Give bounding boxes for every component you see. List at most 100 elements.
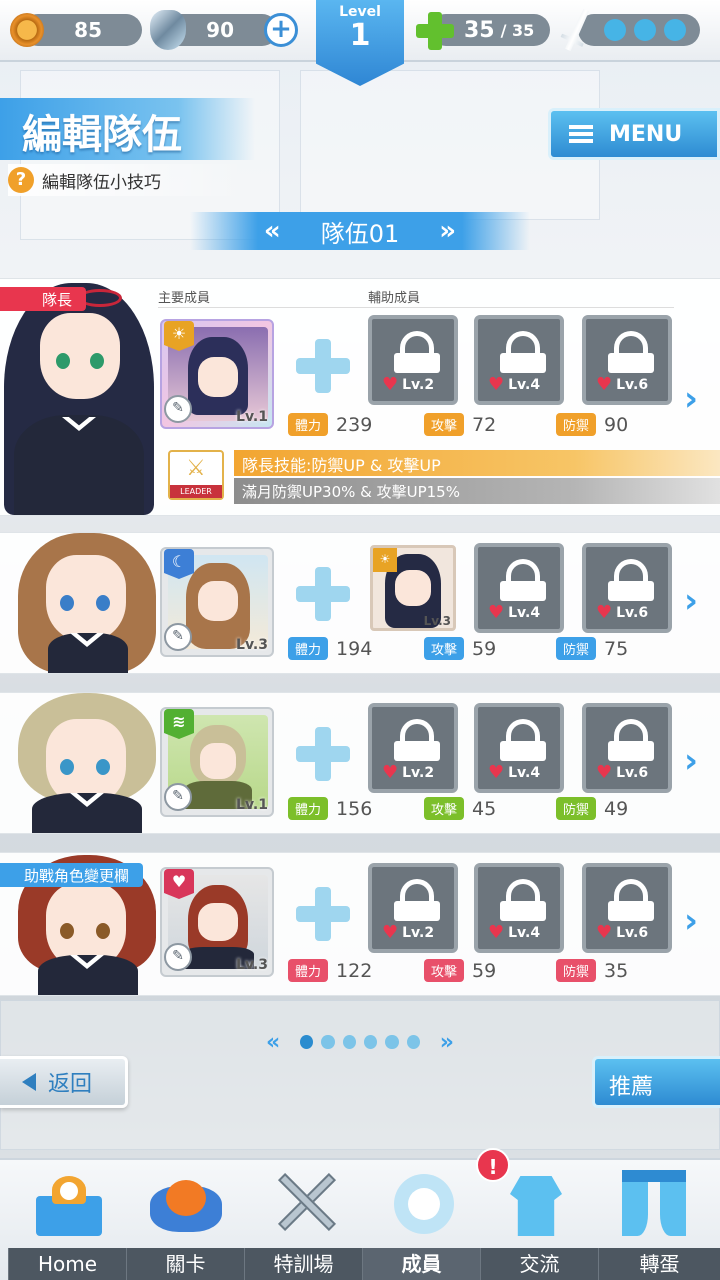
plus-icon [296,887,350,941]
page-dot[interactable] [364,1035,378,1049]
heart-icon: ♥ [382,922,399,943]
team-prev-button[interactable]: « [264,216,281,246]
eye [56,353,70,369]
coin-value: 85 [74,18,102,42]
team-next-button[interactable]: » [439,216,456,246]
atk-value: 45 [472,797,497,820]
hp-stat: 體力 194 [288,637,372,660]
locked-support-slot: ♥ Lv.6 [582,315,672,405]
heart-icon: ♥ [596,602,613,623]
chevron-right-icon[interactable]: › [684,379,698,419]
page-indicator: « » [250,1030,470,1055]
page-next-button[interactable]: » [440,1030,454,1055]
team-row[interactable]: ☾ ✎ Lv.3 ☀ Lv.3 ♥ Lv.4 ♥ Lv.6 › 體力 194 攻擊 … [0,532,720,674]
def-stat: 防禦 75 [556,637,628,660]
character-face [46,555,126,641]
page-prev-button[interactable]: « [266,1030,280,1055]
gauge-dot [634,19,656,41]
add-gems-button[interactable]: + [264,13,298,47]
atk-stat: 攻擊 45 [424,797,496,820]
locked-support-slot: ♥ Lv.2 [368,703,458,793]
menu-label: MENU [609,121,683,147]
team-name: 隊伍01 [320,219,400,248]
team-row-support-change[interactable]: 助戰角色變更欄 ♥ ✎ Lv.3 ♥ Lv.2 ♥ Lv.4 ♥ Lv.6 › 體力 … [0,852,720,996]
chevron-right-icon[interactable]: › [684,901,698,941]
slot-unlock-level: Lv.4 [508,604,541,621]
question-icon: ? [8,167,34,193]
page-dot[interactable] [342,1035,356,1049]
atk-value: 59 [472,959,497,982]
nav-stages[interactable]: 關卡 [126,1248,244,1280]
heart-icon: ♥ [382,762,399,783]
nav-social[interactable]: 交流 [480,1248,598,1280]
nav-home[interactable]: Home [8,1248,126,1280]
stamina-plus-icon [416,12,454,50]
weapon-icon: ✎ [164,623,192,651]
hp-stat: 體力 239 [288,413,372,436]
chevron-right-icon[interactable]: › [684,581,698,621]
locked-support-slot: ♥ Lv.4 [474,703,564,793]
def-label: 防禦 [556,797,597,820]
character-uniform [32,793,142,833]
stamina-value: 35 [464,17,495,43]
locked-support-slot: ♥ Lv.2 [368,863,458,953]
main-member-label: 主要成員 [158,291,211,306]
nav-training[interactable]: 特訓場 [244,1248,362,1280]
gauge-dot [604,19,626,41]
main-member-card[interactable]: ☀ ✎ Lv.1 [160,319,274,429]
recommend-button[interactable]: 推薦 [592,1056,720,1108]
chevron-right-icon[interactable]: › [684,741,698,781]
character-head-icon[interactable] [384,1166,464,1238]
back-button[interactable]: 返回 [0,1056,128,1108]
plus-icon [296,339,350,393]
uniform-icon[interactable] [496,1166,576,1238]
atk-label: 攻擊 [424,959,465,982]
page-dot[interactable] [385,1035,399,1049]
recommend-label: 推薦 [609,1075,654,1100]
hp-value: 122 [336,959,373,982]
stamina-max: / 35 [500,20,535,40]
character-uniform [48,633,128,673]
locked-support-slot: ♥ Lv.6 [582,543,672,633]
main-member-card[interactable]: ≋ ✎ Lv.1 [160,707,274,817]
character-uniform [38,955,138,995]
school-icon[interactable] [30,1166,110,1238]
leader-skill-desc: 滿月防禦UP30% & 攻擊UP15% [234,478,720,504]
monster-icon[interactable] [146,1166,226,1238]
team-row[interactable]: ≋ ✎ Lv.1 ♥ Lv.2 ♥ Lv.4 ♥ Lv.6 › 體力 156 攻擊 4… [0,692,720,834]
leader-badge: LEADER [170,485,222,498]
character-portrait [4,283,154,515]
heart-icon: ♥ [488,602,505,623]
hp-value: 156 [336,797,373,820]
atk-label: 攻擊 [424,797,465,820]
atk-label: 攻擊 [424,637,465,660]
crossed-swords-icon[interactable] [268,1166,348,1238]
def-value: 35 [604,959,629,982]
support-member-card[interactable]: ☀ Lv.3 [370,545,456,631]
nav-gacha[interactable]: 轉蛋 [598,1248,720,1280]
eye [96,595,110,611]
page-title-box: 編輯隊伍 [0,98,255,160]
gem-icon [150,10,186,50]
main-member-card[interactable]: ☾ ✎ Lv.3 [160,547,274,657]
main-member-card[interactable]: ♥ ✎ Lv.3 [160,867,274,977]
page-dot-active[interactable] [300,1035,314,1049]
hp-value: 239 [336,413,373,436]
back-triangle-icon [22,1073,36,1091]
header-divider [158,307,674,308]
stage-curtain-icon[interactable] [614,1166,694,1238]
page-dot[interactable] [406,1035,420,1049]
locked-support-slot: ♥ Lv.6 [582,703,672,793]
locked-support-slot: ♥ Lv.2 [368,315,458,405]
locked-support-slot: ♥ Lv.4 [474,863,564,953]
slot-unlock-level: Lv.2 [402,376,435,393]
nav-members[interactable]: 成員 [362,1248,480,1280]
team-tip-link[interactable]: ? 編輯隊伍小技巧 [8,164,248,196]
menu-button[interactable]: MENU [548,108,720,160]
page-dot[interactable] [321,1035,335,1049]
heart-icon: ♥ [596,374,613,395]
eye [96,759,110,775]
hamburger-icon [569,125,593,143]
hp-label: 體力 [288,797,329,820]
hp-label: 體力 [288,959,329,982]
